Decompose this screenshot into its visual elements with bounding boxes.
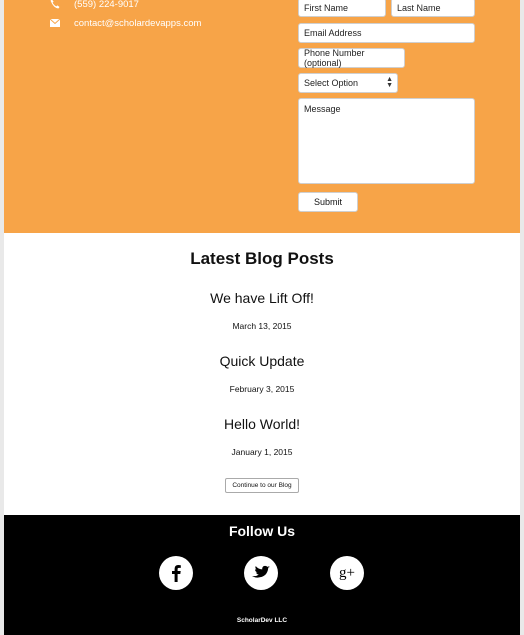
last-name-field[interactable]: Last Name [391,0,475,17]
footer: Follow Us g+ ScholarDev LLC [4,515,520,635]
page-frame: (559) 224-9017 contact@scholardevapps.co… [0,0,524,635]
first-name-placeholder: First Name [304,2,349,13]
select-arrows-icon: ▲ ▼ [386,76,393,89]
first-name-field[interactable]: First Name [298,0,386,17]
envelope-icon [48,16,62,30]
email-link[interactable]: contact@scholardevapps.com [74,18,201,29]
post-title-3[interactable]: Hello World! [4,416,520,432]
contact-section: (559) 224-9017 contact@scholardevapps.co… [4,0,520,233]
post-title-1[interactable]: We have Lift Off! [4,290,520,306]
google-plus-icon[interactable]: g+ [330,556,364,590]
email-row: contact@scholardevapps.com [48,15,201,31]
phone-row: (559) 224-9017 [48,0,139,12]
submit-button[interactable]: Submit [298,192,358,212]
email-field[interactable]: Email Address [298,23,475,43]
facebook-icon[interactable] [159,556,193,590]
blog-heading: Latest Blog Posts [190,249,334,268]
phone-placeholder: Phone Number (optional) [304,48,365,68]
twitter-icon[interactable] [244,556,278,590]
message-placeholder: Message [304,104,341,114]
option-select[interactable]: Select Option ▲ ▼ [298,73,398,93]
last-name-placeholder: Last Name [397,2,441,13]
phone-field[interactable]: Phone Number (optional) [298,48,405,68]
post-date-2: February 3, 2015 [229,384,295,394]
copyright-text: ScholarDev LLC [236,617,288,624]
phone-number[interactable]: (559) 224-9017 [74,0,139,10]
follow-us-heading: Follow Us [228,523,296,539]
post-date-1: March 13, 2015 [232,321,292,331]
post-title-2[interactable]: Quick Update [4,353,520,369]
select-value: Select Option [304,78,359,88]
post-date-3: January 1, 2015 [231,447,293,457]
phone-icon [48,0,62,11]
continue-to-blog-button[interactable]: Continue to our Blog [225,478,299,493]
email-placeholder: Email Address [304,28,362,38]
message-textarea[interactable]: Message [298,98,475,184]
